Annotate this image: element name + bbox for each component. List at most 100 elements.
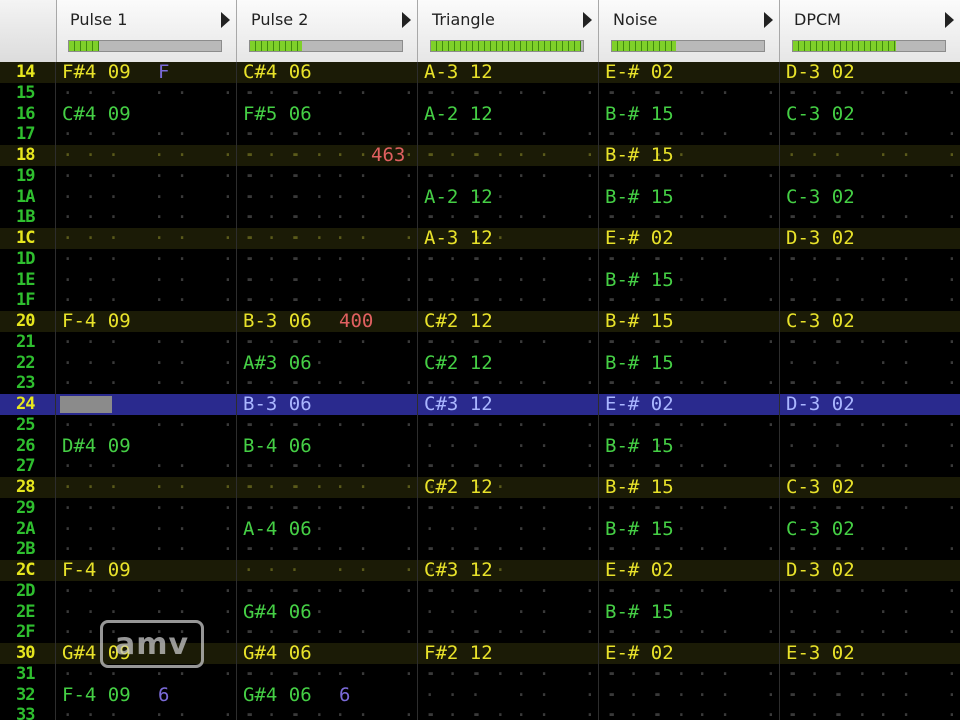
pattern-cell[interactable]: · · · · · · · · ·	[605, 165, 868, 187]
pattern-cell[interactable]: F-4 09 6	[62, 684, 235, 706]
pattern-cell[interactable]: E-# 02	[605, 394, 778, 415]
cursor-row[interactable]: 24 B-3 06 C#3 12 E-# 02 D-3 02	[0, 394, 960, 415]
pattern-cell[interactable]: B-4 06	[243, 435, 416, 457]
pattern-cell[interactable]: F-4 09	[62, 311, 235, 332]
pattern-cell[interactable]: D-3 02	[786, 560, 959, 581]
pattern-cell[interactable]: · · · · · · · · ·	[786, 290, 959, 311]
pattern-cell[interactable]: D#4 09	[62, 435, 235, 457]
pattern-cell[interactable]: · · · · · · · · ·	[605, 373, 868, 394]
pattern-cell[interactable]: · · · · · · · · ·	[786, 373, 959, 394]
pattern-cell[interactable]: · · · · · · · · ·	[424, 435, 687, 457]
channel-header-3[interactable]: Noise	[599, 0, 780, 62]
pattern-cell[interactable]: F#4 09 F	[62, 62, 235, 83]
pattern-cell[interactable]: E-# 02	[605, 62, 778, 83]
pattern-cell[interactable]: C-3 02	[786, 186, 959, 208]
pattern-row[interactable]: 28 · · · · · · · · · · · · · · · · · · C#2 …	[0, 477, 960, 498]
channel-expand-arrow-icon[interactable]	[221, 12, 230, 28]
pattern-cell[interactable]: · · · · · · · · ·	[605, 290, 868, 311]
pattern-cell[interactable]: · · · · · · · · ·	[243, 622, 506, 643]
channel-header-4[interactable]: DPCM	[780, 0, 960, 62]
pattern-cell[interactable]: · · · · · · · · ·	[62, 165, 325, 187]
channel-expand-arrow-icon[interactable]	[945, 12, 954, 28]
pattern-cell[interactable]: · · · · · · · · ·	[243, 539, 506, 560]
pattern-cell[interactable]: · · · · · · · · ·	[243, 414, 506, 436]
channel-expand-arrow-icon[interactable]	[764, 12, 773, 28]
pattern-cell[interactable]: · · · · · · · · ·	[243, 248, 506, 270]
pattern-cell[interactable]: F#5 06	[243, 103, 416, 125]
pattern-cell[interactable]: · · · · · · · · ·	[243, 124, 506, 145]
pattern-cell[interactable]: · · · · · · · · ·	[424, 601, 687, 623]
channel-header-1[interactable]: Pulse 2	[237, 0, 418, 62]
pattern-cell[interactable]: · · · · · · · · ·	[62, 145, 325, 166]
pattern-cell[interactable]: · · · · · · · · ·	[786, 497, 959, 519]
pattern-cell[interactable]: · · · · · · · · ·	[786, 684, 959, 706]
pattern-cell[interactable]: · · · · · · · · ·	[424, 145, 687, 166]
pattern-row[interactable]: 29 · · · · · · · · · · · · · · · · · · · · …	[0, 497, 960, 519]
pattern-cell[interactable]: · · · · · · · · ·	[243, 497, 506, 519]
pattern-cell[interactable]: · · · · · · · · ·	[786, 82, 959, 104]
pattern-cell[interactable]: B-# 15	[605, 103, 778, 125]
pattern-cell[interactable]: · · · · · · · · ·	[424, 497, 687, 519]
pattern-cell[interactable]: · · · · · · · · ·	[605, 331, 868, 353]
pattern-cell[interactable]: · · · · · · · · ·	[605, 705, 868, 720]
pattern-cell[interactable]: C#2 12	[424, 352, 597, 374]
pattern-cell[interactable]: · · · · · · · · ·	[424, 82, 687, 104]
pattern-cell[interactable]: · · · · · · · · ·	[786, 435, 959, 457]
pattern-cell[interactable]: · · · · · · · · ·	[243, 560, 506, 581]
pattern-cell[interactable]: G#4 06	[243, 643, 416, 664]
pattern-cell[interactable]: · · · · · · · · ·	[424, 331, 687, 353]
pattern-cell[interactable]: · · · · · · · · ·	[424, 663, 687, 685]
pattern-cell[interactable]: · · · · · · · · ·	[62, 290, 325, 311]
pattern-cell[interactable]: E-3 02	[786, 643, 959, 664]
pattern-cell[interactable]: · · · · · · · · ·	[786, 539, 959, 560]
pattern-cell[interactable]: G#4 06	[243, 601, 416, 623]
pattern-cell[interactable]: · · · · · · · · ·	[243, 331, 506, 353]
pattern-cell[interactable]: · · · · · · · · ·	[243, 477, 506, 498]
pattern-cell[interactable]: · · · · · · · · ·	[243, 705, 506, 720]
pattern-cell[interactable]: · · · · · · · · ·	[424, 539, 687, 560]
pattern-cell[interactable]: · · · · · · · · ·	[605, 456, 868, 477]
pattern-row[interactable]: 1E · · · · · · · · · · · · · · · · · · · · …	[0, 269, 960, 291]
pattern-cell[interactable]: A#3 06	[243, 352, 416, 374]
pattern-cell[interactable]: · · · · · · · · ·	[62, 82, 325, 104]
pattern-cell[interactable]: · · · · · · · · ·	[62, 228, 325, 249]
pattern-cell[interactable]: B-# 15	[605, 518, 778, 540]
pattern-cell[interactable]: · · · · · · · · ·	[62, 207, 325, 228]
pattern-cell[interactable]: B-# 15	[605, 311, 778, 332]
pattern-cell[interactable]: · · · · · · · · ·	[605, 663, 868, 685]
pattern-row[interactable]: 14 F#4 09 F C#4 06 A-3 12 E-# 02 D-3 02	[0, 62, 960, 83]
pattern-row[interactable]: 23 · · · · · · · · · · · · · · · · · · · · …	[0, 373, 960, 394]
pattern-cell[interactable]: C#4 09	[62, 103, 235, 125]
pattern-cell[interactable]: · · · · · · · · ·	[786, 456, 959, 477]
pattern-cell[interactable]: A-4 06	[243, 518, 416, 540]
pattern-cell[interactable]: B-# 15	[605, 435, 778, 457]
pattern-cell[interactable]: · · · · · · · · ·	[786, 124, 959, 145]
pattern-cell[interactable]: · · · · · · · · ·	[243, 186, 506, 208]
pattern-row[interactable]: 26 D#4 09 B-4 06 · · · · · · · · · B-# 15 · ·…	[0, 435, 960, 457]
pattern-cell[interactable]: · · · · · · · · ·	[424, 373, 687, 394]
pattern-cell[interactable]: · · · · · · · · ·	[605, 497, 868, 519]
pattern-cell[interactable]: · · · · · · · · ·	[243, 228, 506, 249]
pattern-cell[interactable]: · · · · · · · · ·	[62, 539, 325, 560]
pattern-cell[interactable]: A-2 12	[424, 186, 597, 208]
pattern-cell[interactable]: B-# 15	[605, 352, 778, 374]
pattern-cell[interactable]: · · · · · · · · ·	[605, 684, 868, 706]
pattern-cell[interactable]: · · · · · · · · ·	[62, 414, 325, 436]
pattern-cell[interactable]: · · · · · · · · ·	[62, 705, 325, 720]
pattern-cell[interactable]: C-3 02	[786, 103, 959, 125]
edit-cursor[interactable]	[60, 396, 112, 413]
pattern-cell[interactable]: D-3 02	[786, 394, 959, 415]
pattern-cell[interactable]: · · · · · · · · · 463	[243, 145, 506, 166]
pattern-cell[interactable]: A-3 12	[424, 228, 597, 249]
pattern-row[interactable]: 20 F-4 09 B-3 06 400 C#2 12 B-# 15 C-3 02	[0, 311, 960, 332]
pattern-cell[interactable]: · · · · · · · · ·	[62, 331, 325, 353]
pattern-row[interactable]: 32 F-4 09 6 G#4 06 6 · · · · · · · · · · · · ·…	[0, 684, 960, 706]
pattern-cell[interactable]: · · · · · · · · ·	[786, 622, 959, 643]
channel-header-0[interactable]: Pulse 1	[56, 0, 237, 62]
pattern-row[interactable]: 25 · · · · · · · · · · · · · · · · · · · · …	[0, 414, 960, 436]
pattern-cell[interactable]: · · · · · · · · ·	[62, 518, 325, 540]
pattern-cell[interactable]: · · · · · · · · ·	[605, 207, 868, 228]
pattern-cell[interactable]: · · · · · · · · ·	[424, 269, 687, 291]
pattern-row[interactable]: 21 · · · · · · · · · · · · · · · · · · · · …	[0, 331, 960, 353]
pattern-cell[interactable]: B-3 06	[243, 394, 416, 415]
